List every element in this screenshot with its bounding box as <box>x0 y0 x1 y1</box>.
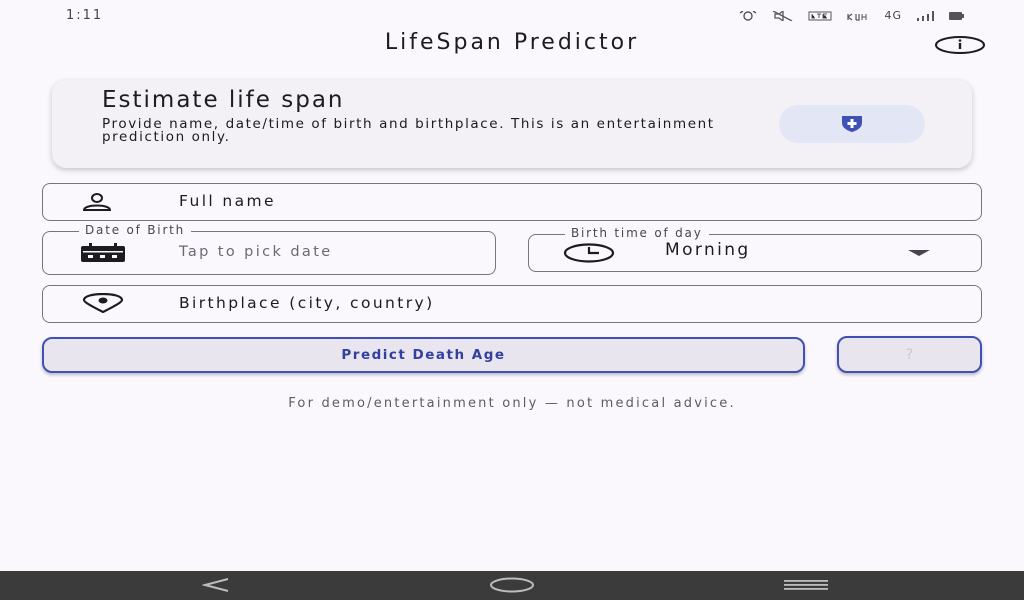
shield-badge <box>779 105 925 143</box>
back-icon[interactable] <box>202 578 230 592</box>
clock-icon <box>563 243 615 263</box>
birthplace-placeholder: Birthplace (city, country) <box>179 294 435 312</box>
card-description: Provide name, date/time of birth and bir… <box>102 116 715 145</box>
full-name-placeholder: Full name <box>179 192 276 210</box>
status-time: 1:11 <box>66 8 104 23</box>
info-button[interactable] <box>934 34 986 56</box>
birth-time-value: Morning <box>665 240 751 260</box>
date-of-birth-placeholder: Tap to pick date <box>179 244 333 260</box>
disclaimer-text: For demo/entertainment only — not medica… <box>288 396 736 411</box>
data-speed-icon <box>847 13 867 21</box>
network-type: 4G <box>884 9 902 22</box>
clock-icon-box <box>561 242 617 264</box>
app-title: LifeSpan Predictor <box>384 30 640 55</box>
birthplace-field[interactable]: Birthplace (city, country) <box>42 285 982 323</box>
home-icon[interactable] <box>489 577 535 593</box>
full-name-field[interactable]: Full name <box>42 183 982 221</box>
dropdown-arrow-icon <box>908 250 930 256</box>
signal-icon <box>917 10 934 21</box>
birth-time-select[interactable]: Birth time of day Morning <box>528 226 982 272</box>
date-of-birth-label: Date of Birth <box>79 223 192 237</box>
person-icon <box>82 193 112 211</box>
help-button[interactable]: ? <box>837 336 982 373</box>
menu-icon[interactable] <box>783 579 829 591</box>
help-button-label: ? <box>905 346 914 363</box>
birth-time-label: Birth time of day <box>565 226 709 240</box>
mute-icon <box>773 10 793 21</box>
predict-button-label: Predict Death Age <box>341 347 506 363</box>
date-of-birth-field[interactable]: Date of Birth Tap to pick date <box>42 223 496 275</box>
card-title: Estimate life span <box>102 87 345 113</box>
alarm-icon <box>740 10 757 21</box>
shield-plus-icon <box>842 116 862 132</box>
predict-death-age-button[interactable]: Predict Death Age <box>42 337 805 373</box>
info-icon <box>935 36 985 54</box>
person-icon-box <box>81 191 113 213</box>
battery-icon <box>949 11 964 20</box>
location-pin-icon <box>82 293 124 313</box>
status-icons: 4G <box>738 9 964 22</box>
location-icon-box <box>81 292 125 314</box>
volte-icon <box>808 11 832 20</box>
calendar-icon-box <box>79 242 127 264</box>
system-nav-bar <box>0 571 1024 600</box>
calendar-icon <box>81 243 125 262</box>
